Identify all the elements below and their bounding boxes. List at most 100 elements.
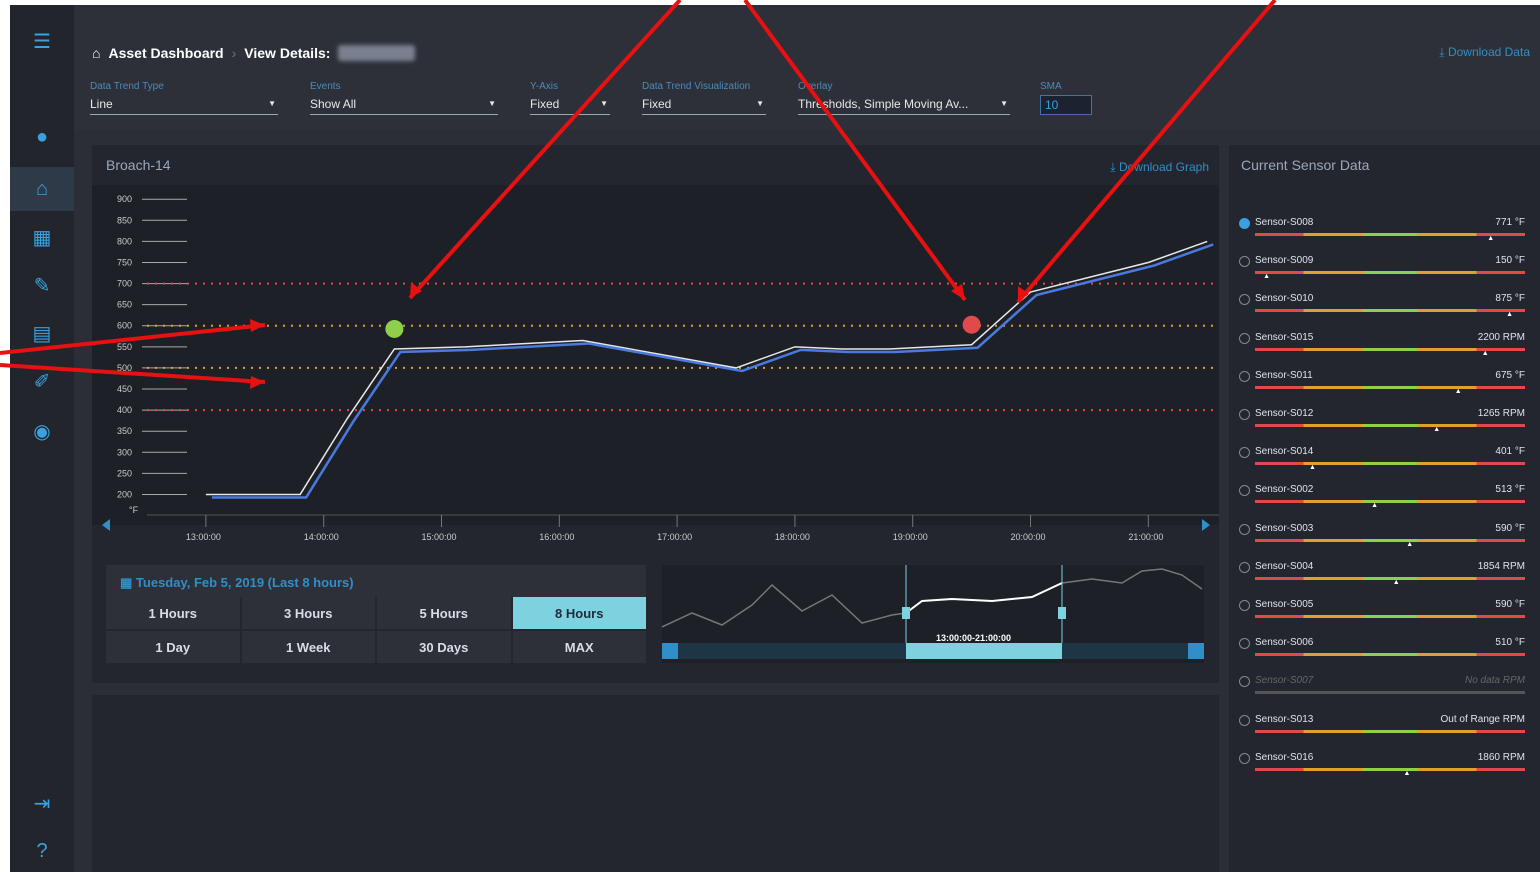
navigator-left-arrow[interactable] xyxy=(662,643,678,659)
sensor-row[interactable]: Sensor-S007 No data RPM xyxy=(1239,671,1525,707)
sensor-gauge-bar xyxy=(1255,271,1525,275)
sensor-radio[interactable] xyxy=(1239,600,1250,611)
trend-type-select[interactable]: Line ▼ xyxy=(90,97,278,115)
sensor-radio[interactable] xyxy=(1239,676,1250,688)
sensor-radio[interactable] xyxy=(1239,485,1250,497)
home-icon[interactable]: ⌂ xyxy=(10,167,74,211)
sensor-radio[interactable] xyxy=(1239,638,1250,650)
sensor-radio[interactable] xyxy=(1239,561,1250,573)
sensor-row[interactable]: Sensor-S004 1854 RPM ▲ xyxy=(1239,557,1525,593)
y-tick-label: 800 xyxy=(117,236,132,246)
sensor-radio[interactable] xyxy=(1239,714,1250,726)
breadcrumb-separator: › xyxy=(231,45,237,61)
sensor-row[interactable]: Sensor-S010 875 °F ▲ xyxy=(1239,289,1525,325)
range-button[interactable]: MAX xyxy=(512,631,646,663)
y-axis-select[interactable]: Fixed ▼ xyxy=(530,97,610,115)
sensor-row[interactable]: Sensor-S016 1860 RPM ▲ xyxy=(1239,748,1525,784)
sensor-radio[interactable] xyxy=(1239,294,1250,306)
download-graph-button[interactable]: ⤓ Download Graph xyxy=(1110,160,1209,175)
range-navigator[interactable]: 13:00:00-21:00:00 xyxy=(661,565,1204,663)
sma-input[interactable]: 10 xyxy=(1040,95,1092,115)
select-value: Thresholds, Simple Moving Av... xyxy=(798,97,969,111)
sensor-row[interactable]: Sensor-S014 401 °F ▲ xyxy=(1239,442,1525,478)
range-button[interactable]: 1 Week xyxy=(241,631,375,663)
filter-events[interactable]: Events Show All ▼ xyxy=(310,81,498,115)
sensor-radio[interactable] xyxy=(1239,447,1250,459)
document-icon[interactable]: ▤ xyxy=(10,311,74,355)
sensor-row[interactable]: Sensor-S006 510 °F xyxy=(1239,633,1525,669)
sensor-gauge-bar xyxy=(1255,615,1525,618)
range-button[interactable]: 5 Hours xyxy=(377,597,511,629)
events-select[interactable]: Show All ▼ xyxy=(310,97,498,115)
trend-plot[interactable]: 200 250 300 350 400 450 500 550 600 650 700 750 800 8… xyxy=(92,185,1219,542)
sensor-value: 590 °F xyxy=(1495,522,1525,534)
sensor-row[interactable]: Sensor-S013 Out of Range RPM xyxy=(1239,710,1525,746)
download-icon: ⤓ xyxy=(1110,160,1116,174)
filter-y-axis[interactable]: Y-Axis Fixed ▼ xyxy=(530,81,610,115)
sensor-gauge-bar xyxy=(1255,309,1525,313)
sensor-row[interactable]: Sensor-S003 590 °F ▲ xyxy=(1239,519,1525,555)
sensor-radio[interactable] xyxy=(1239,332,1250,344)
apps-grid-icon[interactable]: ▦ xyxy=(10,215,74,259)
chart-prev-arrow xyxy=(102,519,110,531)
sensor-name: Sensor-S009 xyxy=(1255,255,1314,267)
filter-visualization[interactable]: Data Trend Visualization Fixed ▼ xyxy=(642,81,766,115)
dropdown-icon: ▼ xyxy=(488,99,496,108)
user-icon[interactable]: ● xyxy=(10,115,74,159)
help-icon[interactable]: ? xyxy=(10,829,74,872)
menu-icon[interactable]: ☰ xyxy=(10,19,74,63)
home-crumb-icon[interactable]: ⌂ xyxy=(92,45,100,61)
sensor-gauge-marker: ▲ xyxy=(1403,769,1411,777)
tools-icon[interactable]: ✎ xyxy=(10,263,74,307)
download-icon: ⤓ xyxy=(1439,45,1445,59)
sensor-gauge-bar xyxy=(1255,653,1525,657)
overlay-select[interactable]: Thresholds, Simple Moving Av... ▼ xyxy=(798,97,1010,115)
sensor-row[interactable]: Sensor-S012 1265 RPM ▲ xyxy=(1239,404,1525,440)
range-button[interactable]: 1 Day xyxy=(106,631,240,663)
sensor-gauge-bar xyxy=(1255,500,1525,504)
range-button[interactable]: 1 Hours xyxy=(106,597,240,629)
navigator-thumb[interactable] xyxy=(906,643,1062,659)
sensor-radio[interactable] xyxy=(1239,752,1250,764)
sensor-row[interactable]: Sensor-S011 675 °F ▲ xyxy=(1239,366,1525,402)
sensor-gauge-marker: ▲ xyxy=(1454,387,1462,395)
navigator-right-arrow[interactable] xyxy=(1188,643,1204,659)
sensor-radio[interactable] xyxy=(1239,523,1250,535)
sensor-radio[interactable] xyxy=(1239,218,1250,229)
shield-icon[interactable]: ◉ xyxy=(10,409,74,453)
x-tick-label: 18:00:00 xyxy=(775,532,810,542)
sensor-row[interactable]: Sensor-S015 2200 RPM ▲ xyxy=(1239,328,1525,364)
lower-panel xyxy=(92,695,1219,872)
download-data-button[interactable]: ⤓ Download Data xyxy=(1439,45,1530,60)
filter-label: SMA xyxy=(1040,81,1062,92)
sensor-gauge-marker: ▲ xyxy=(1506,311,1514,319)
breadcrumb: ⌂ Asset Dashboard › View Details: Broach… xyxy=(92,45,415,61)
sensor-row[interactable]: Sensor-S009 150 °F ▲ xyxy=(1239,251,1525,287)
calendar-icon: ▦ xyxy=(120,575,133,590)
filter-label: Overlay xyxy=(798,81,833,92)
sensor-value: 590 °F xyxy=(1495,599,1525,610)
sensor-row[interactable]: Sensor-S002 513 °F ▲ xyxy=(1239,480,1525,516)
sensor-radio[interactable] xyxy=(1239,370,1250,382)
sensor-row[interactable]: Sensor-S005 590 °F xyxy=(1239,595,1525,631)
sensor-name: Sensor-S010 xyxy=(1255,293,1314,305)
sensor-gauge-bar xyxy=(1255,576,1525,580)
download-graph-label: Download Graph xyxy=(1118,160,1209,174)
breadcrumb-home[interactable]: Asset Dashboard xyxy=(108,45,223,61)
filter-trend-type[interactable]: Data Trend Type Line ▼ xyxy=(90,81,278,115)
range-button[interactable]: 3 Hours xyxy=(241,597,375,629)
filter-overlay[interactable]: Overlay Thresholds, Simple Moving Av... ▼ xyxy=(798,81,1010,115)
sensor-row[interactable]: Sensor-S008 771 °F ▲ xyxy=(1239,213,1525,249)
sensor-radio[interactable] xyxy=(1239,256,1250,268)
sensor-radio[interactable] xyxy=(1239,409,1250,420)
navigator-right-handle[interactable] xyxy=(1058,607,1066,619)
visualization-select[interactable]: Fixed ▼ xyxy=(642,97,766,115)
report-icon[interactable]: ✐ xyxy=(10,359,74,403)
logout-icon[interactable]: ⇥ xyxy=(10,781,74,825)
navigator-left-handle[interactable] xyxy=(902,607,910,619)
sensor-value: No data RPM xyxy=(1464,675,1525,687)
navigator-svg xyxy=(661,565,1204,659)
range-button[interactable]: 30 Days xyxy=(377,631,511,663)
moving-average-line xyxy=(211,243,1214,499)
range-button[interactable]: 8 Hours xyxy=(512,597,646,629)
